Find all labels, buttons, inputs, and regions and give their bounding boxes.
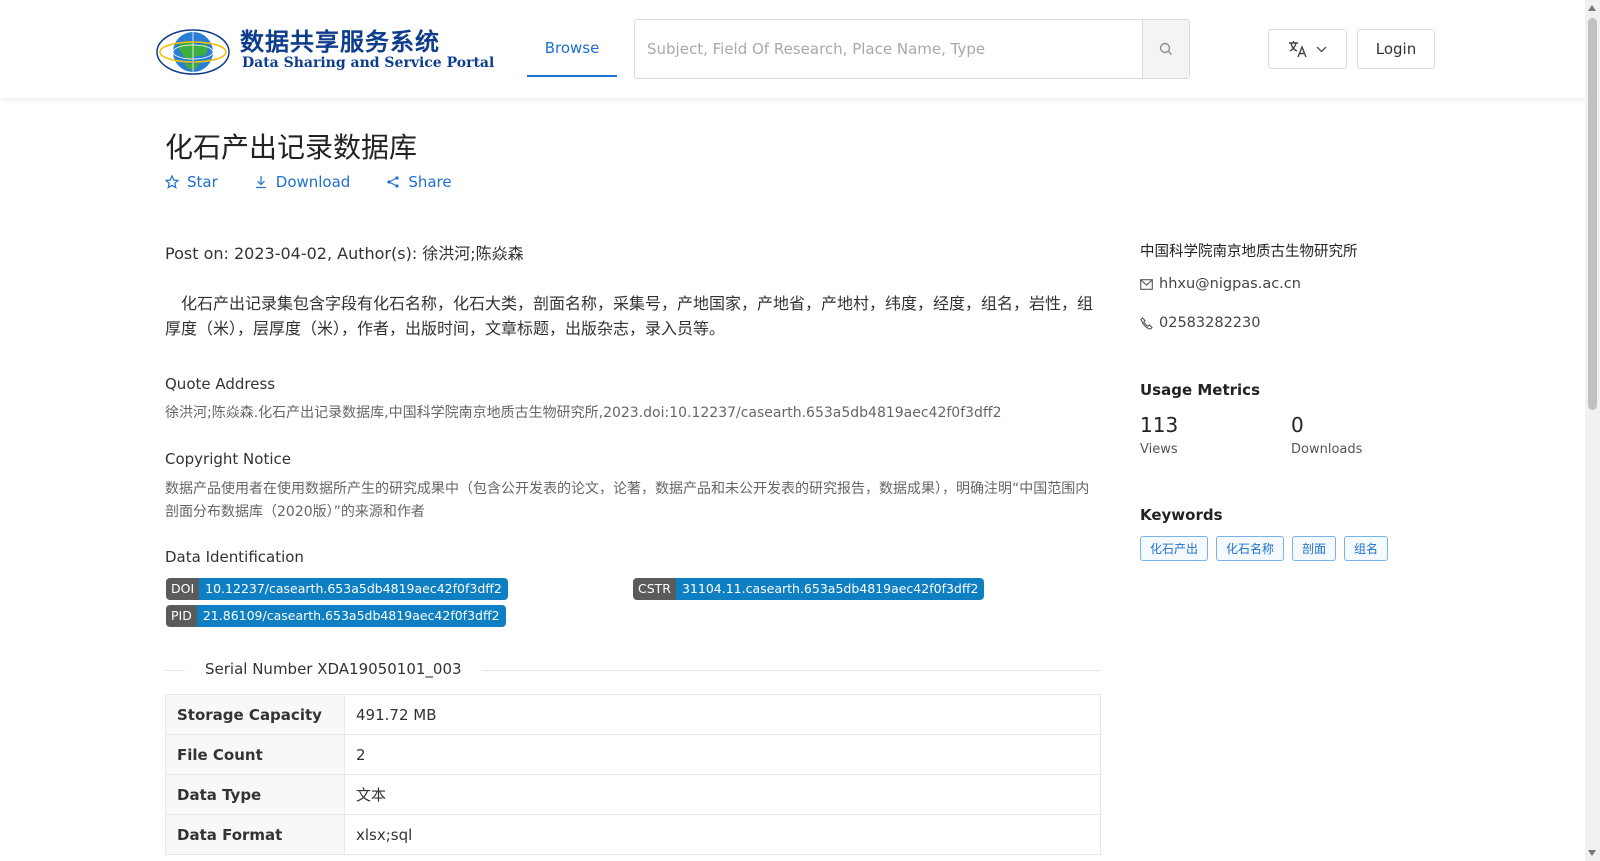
doi-badge-label: DOI (166, 578, 200, 600)
doi-badge-value: 10.12237/casearth.653a5db4819aec42f0f3df… (199, 578, 508, 600)
keyword-tag[interactable]: 剖面 (1292, 536, 1337, 561)
page-scrollbar[interactable] (1585, 0, 1600, 861)
organization-name: 中国科学院南京地质古生物研究所 (1140, 244, 1358, 260)
pid-badge-label: PID (166, 605, 197, 627)
dataset-description: 化石产出记录集包含字段有化石名称，化石大类，剖面名称，采集号，产地国家，产地省，… (165, 294, 1094, 338)
logo-title-cn: 数据共享服务系统 (240, 28, 440, 56)
star-label: Star (187, 173, 218, 191)
copyright-text: 数据产品使用者在使用数据所产生的研究成果中（包含公开发表的论文，论著，数据产品和… (165, 481, 1090, 520)
chevron-down-icon (1316, 46, 1327, 52)
keyword-tag[interactable]: 化石产出 (1140, 536, 1209, 561)
table-row: Data Type 文本 (165, 774, 1101, 815)
search-button[interactable] (1142, 20, 1189, 78)
info-key: File Count (165, 734, 345, 775)
nav-browse-tab[interactable]: Browse (527, 19, 617, 77)
info-key: Data Type (165, 774, 345, 815)
globe-logo-icon (156, 29, 230, 75)
pid-badge-value: 21.86109/casearth.653a5db4819aec42f0f3df… (196, 605, 506, 627)
share-icon (387, 176, 399, 188)
table-row: File Count 2 (165, 734, 1101, 775)
phone-text: 02583282230 (1159, 315, 1261, 331)
star-button[interactable]: Star (165, 173, 218, 191)
translate-icon (1289, 41, 1307, 58)
download-button[interactable]: Download (254, 173, 351, 191)
star-icon (165, 175, 179, 189)
download-label: Download (275, 173, 351, 191)
scroll-down-arrow-icon[interactable] (1588, 850, 1596, 856)
phone-icon (1140, 316, 1153, 330)
info-key: Storage Capacity (165, 694, 345, 735)
mail-icon (1140, 278, 1153, 290)
scroll-thumb[interactable] (1588, 18, 1597, 410)
email-text: hhxu@nigpas.ac.cn (1159, 276, 1301, 292)
cstr-badge[interactable]: CSTR 31104.11.casearth.653a5db4819aec42f… (633, 578, 985, 600)
usage-metrics-heading: Usage Metrics (1140, 381, 1260, 399)
downloads-count: 0 (1291, 413, 1304, 437)
quote-heading: Quote Address (165, 375, 276, 393)
cstr-badge-label: CSTR (633, 578, 676, 600)
keywords-heading: Keywords (1140, 506, 1223, 524)
quote-text: 徐洪河;陈焱森.化石产出记录数据库,中国科学院南京地质古生物研究所,2023.d… (165, 405, 1002, 421)
post-info: Post on: 2023-04-02, Author(s): 徐洪河;陈焱森 (165, 244, 524, 263)
pid-badge[interactable]: PID 21.86109/casearth.653a5db4819aec42f0… (166, 605, 506, 627)
page-title: 化石产出记录数据库 (165, 131, 418, 164)
share-label: Share (408, 173, 452, 191)
cstr-badge-value: 31104.11.casearth.653a5db4819aec42f0f3df… (675, 578, 985, 600)
contact-email[interactable]: hhxu@nigpas.ac.cn (1140, 276, 1301, 292)
downloads-label: Downloads (1291, 442, 1363, 457)
info-value: 2 (344, 734, 1101, 775)
contact-phone: 02583282230 (1140, 315, 1260, 331)
share-button[interactable]: Share (386, 173, 452, 191)
search-icon (1159, 42, 1172, 55)
table-row: Data Format xlsx;sql (165, 814, 1101, 855)
search-input[interactable] (635, 20, 1143, 78)
logo-title-en: Data Sharing and Service Portal (242, 55, 495, 71)
info-value: xlsx;sql (344, 814, 1101, 855)
top-header: 数据共享服务系统 Data Sharing and Service Portal… (0, 0, 1585, 98)
keyword-tag[interactable]: 组名 (1344, 536, 1389, 561)
search-box (634, 19, 1190, 79)
views-count: 113 (1140, 413, 1179, 437)
views-label: Views (1140, 442, 1178, 457)
download-icon (255, 176, 266, 189)
table-row: Storage Capacity 491.72 MB (165, 694, 1101, 735)
scroll-up-arrow-icon[interactable] (1588, 5, 1596, 11)
doi-badge[interactable]: DOI 10.12237/casearth.653a5db4819aec42f0… (166, 578, 508, 600)
identification-heading: Data Identification (165, 548, 304, 566)
portal-logo[interactable]: 数据共享服务系统 Data Sharing and Service Portal (154, 22, 494, 80)
dataset-actions: Star Download Share (165, 173, 452, 191)
info-key: Data Format (165, 814, 345, 855)
copyright-heading: Copyright Notice (165, 450, 291, 468)
serial-number: Serial Number XDA19050101_003 (185, 660, 482, 678)
dataset-info-table: Storage Capacity 491.72 MB File Count 2 … (165, 694, 1101, 855)
keyword-list: 化石产出 化石名称 剖面 组名 (1140, 536, 1389, 561)
language-switch-button[interactable] (1268, 29, 1347, 69)
info-value: 491.72 MB (344, 694, 1101, 735)
login-button[interactable]: Login (1357, 29, 1435, 69)
keyword-tag[interactable]: 化石名称 (1216, 536, 1285, 561)
info-value: 文本 (344, 774, 1101, 815)
